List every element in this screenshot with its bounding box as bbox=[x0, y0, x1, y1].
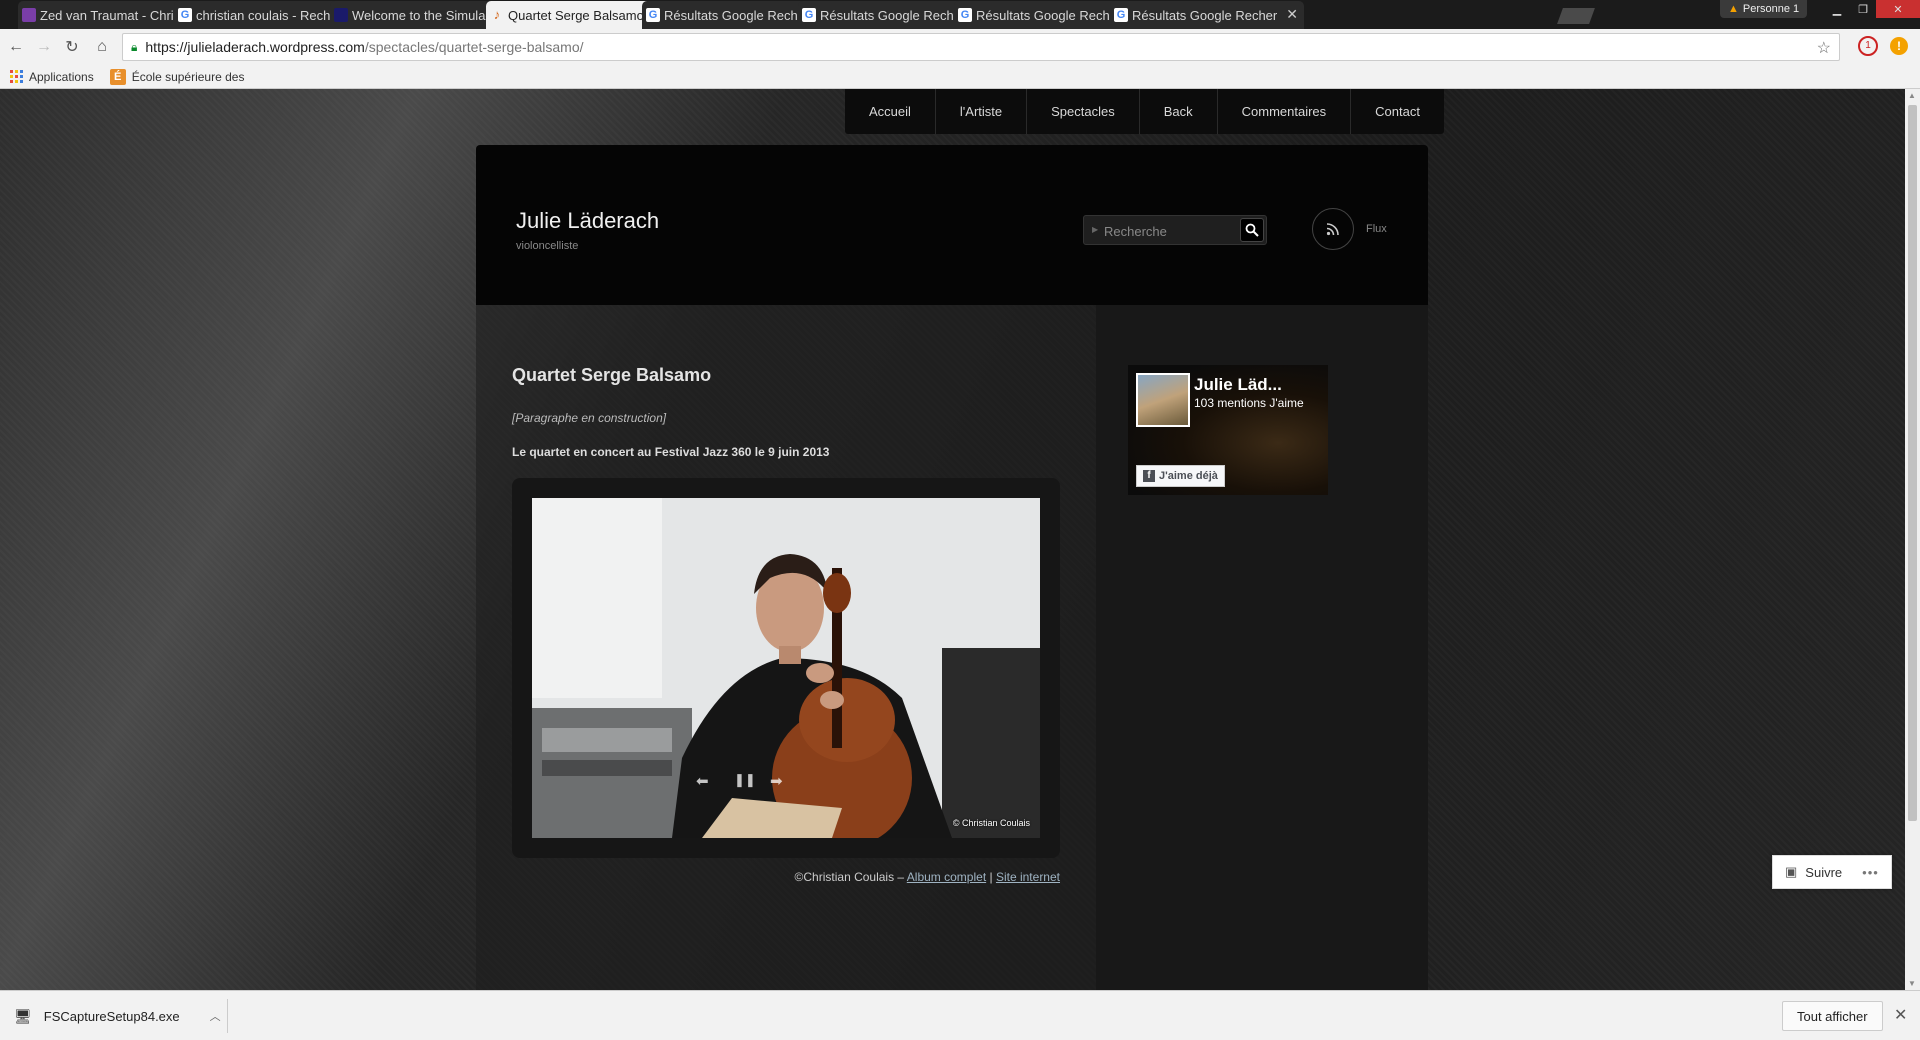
more-options-icon[interactable]: ••• bbox=[1862, 865, 1879, 880]
follow-icon: ▣ bbox=[1785, 864, 1798, 879]
site-title[interactable]: Julie Läderach bbox=[516, 208, 659, 234]
cello-icon: ♪ bbox=[493, 7, 501, 22]
search-icon bbox=[1245, 223, 1259, 237]
facebook-page-name[interactable]: Julie Läd... bbox=[1194, 375, 1282, 395]
nav-contact[interactable]: Contact bbox=[1350, 89, 1444, 134]
download-bar: 🖥︎ FSCaptureSetup84.exe ︿ Tout afficher … bbox=[0, 990, 1920, 1040]
next-arrow-icon[interactable]: ➡︎ bbox=[770, 772, 783, 790]
profile-button[interactable]: ▲ Personne 1 bbox=[1720, 0, 1808, 18]
facebook-icon: f bbox=[1143, 470, 1155, 482]
home-icon[interactable]: ⌂ bbox=[92, 37, 112, 57]
photo-slideshow: ⬅︎ ❚❚ ➡︎ © Christian Coulais bbox=[512, 478, 1060, 858]
tab-favicon-icon bbox=[22, 8, 36, 22]
bookmark-applications[interactable]: Applications bbox=[10, 70, 94, 84]
address-bar: ← → ↻ ⌂ 🔒︎ https://julieladerach.wordpre… bbox=[0, 29, 1920, 65]
facebook-like-button[interactable]: f J'aime déjà bbox=[1136, 465, 1225, 487]
window-controls: ▁ ❐ ✕ bbox=[1824, 0, 1920, 18]
search-button[interactable] bbox=[1240, 218, 1264, 242]
close-icon[interactable]: ✕ bbox=[1894, 1005, 1907, 1025]
album-link[interactable]: Album complet bbox=[907, 870, 986, 884]
page-scrollbar[interactable]: ▲ ▼ bbox=[1905, 89, 1920, 990]
construction-note: [Paragraphe en construction] bbox=[512, 411, 667, 425]
warning-icon: ▲ bbox=[1728, 3, 1739, 15]
nav-artiste[interactable]: l'Artiste bbox=[934, 89, 1026, 134]
concert-caption: Le quartet en concert au Festival Jazz 3… bbox=[512, 445, 830, 459]
nav-spectacles[interactable]: Spectacles bbox=[1026, 89, 1139, 134]
back-arrow-icon[interactable]: ← bbox=[6, 37, 26, 57]
window-close-icon[interactable]: ✕ bbox=[1876, 0, 1920, 18]
feed-label[interactable]: Flux bbox=[1366, 223, 1387, 235]
close-icon[interactable]: ✕ bbox=[1286, 6, 1298, 23]
school-icon: É bbox=[109, 68, 126, 85]
caret-icon: ▶ bbox=[1092, 225, 1099, 234]
nav-accueil[interactable]: Accueil bbox=[845, 89, 935, 134]
facebook-like-box: Julie Läd... 103 mentions J'aime f J'aim… bbox=[1128, 365, 1328, 495]
google-icon: G bbox=[646, 8, 660, 22]
page-title: Quartet Serge Balsamo bbox=[512, 365, 712, 385]
site-navigation: Accueil l'Artiste Spectacles Back Commen… bbox=[845, 89, 1444, 134]
cellist-photo[interactable]: ⬅︎ ❚❚ ➡︎ © Christian Coulais bbox=[532, 498, 1040, 838]
scroll-up-icon[interactable]: ▲ bbox=[1908, 91, 1916, 100]
pause-icon[interactable]: ❚❚ bbox=[734, 772, 756, 788]
nav-back[interactable]: Back bbox=[1138, 89, 1217, 134]
show-all-downloads-button[interactable]: Tout afficher bbox=[1782, 1001, 1883, 1031]
google-icon: G bbox=[1114, 8, 1128, 22]
search-input[interactable] bbox=[1104, 222, 1234, 240]
apps-grid-icon bbox=[10, 70, 23, 83]
tab-favicon-icon bbox=[334, 8, 348, 22]
google-icon: G bbox=[958, 8, 972, 22]
nav-commentaires[interactable]: Commentaires bbox=[1216, 89, 1351, 134]
bookmarks-bar: Applications É École supérieure des bbox=[0, 65, 1920, 89]
main-content: Quartet Serge Balsamo [Paragraphe en con… bbox=[476, 305, 1096, 990]
photo-credit: © Christian Coulais bbox=[952, 818, 1030, 828]
tab-strip: Zed van Traumat - Christ ✕ G christian c… bbox=[0, 0, 1920, 29]
search-box: ▶ bbox=[1083, 215, 1267, 245]
scroll-down-icon[interactable]: ▼ bbox=[1908, 979, 1916, 988]
page-viewport: Accueil l'Artiste Spectacles Back Commen… bbox=[0, 89, 1905, 990]
site-wrapper: Julie Läderach violoncelliste ▶ Recherch… bbox=[476, 145, 1428, 990]
url-input[interactable]: 🔒︎ https://julieladerach.wordpress.com/s… bbox=[122, 33, 1840, 61]
google-icon: G bbox=[178, 8, 192, 22]
avatar[interactable] bbox=[1136, 373, 1190, 427]
tab-google-results-4[interactable]: G Résultats Google Recher ✕ bbox=[1110, 1, 1304, 29]
bookmark-star-icon[interactable]: ☆ bbox=[1817, 38, 1831, 58]
follow-button[interactable]: ▣ Suivre ••• bbox=[1772, 855, 1892, 889]
rss-icon bbox=[1326, 223, 1339, 236]
sidebar: Julie Läd... 103 mentions J'aime f J'aim… bbox=[1096, 305, 1428, 990]
maximize-icon[interactable]: ❐ bbox=[1850, 0, 1876, 18]
download-item[interactable]: 🖥︎ FSCaptureSetup84.exe ︿ bbox=[14, 999, 228, 1033]
bookmark-ecole-superieure[interactable]: É École supérieure des bbox=[109, 68, 244, 85]
installer-file-icon: 🖥︎ bbox=[14, 1007, 32, 1024]
new-tab-button[interactable] bbox=[1557, 8, 1595, 24]
alert-icon[interactable]: ! bbox=[1890, 37, 1908, 55]
cellist-illustration bbox=[532, 498, 1040, 838]
scrollbar-thumb[interactable] bbox=[1908, 105, 1917, 821]
facebook-likes-count: 103 mentions J'aime bbox=[1194, 396, 1304, 410]
lock-icon: 🔒︎ bbox=[131, 39, 138, 54]
reload-icon[interactable]: ↻ bbox=[62, 37, 82, 57]
rss-feed-button[interactable] bbox=[1312, 208, 1354, 250]
previous-arrow-icon[interactable]: ⬅︎ bbox=[696, 772, 709, 790]
credit-line: ©Christian Coulais – Album complet | Sit… bbox=[794, 870, 1060, 884]
forward-arrow-icon[interactable]: → bbox=[34, 37, 54, 57]
site-tagline: violoncelliste bbox=[516, 240, 579, 252]
site-link[interactable]: Site internet bbox=[996, 870, 1060, 884]
google-icon: G bbox=[802, 8, 816, 22]
site-header: Julie Läderach violoncelliste ▶ Recherch… bbox=[476, 145, 1428, 305]
extension-icon[interactable]: 1 bbox=[1858, 36, 1878, 56]
minimize-icon[interactable]: ▁ bbox=[1824, 0, 1850, 18]
chevron-up-icon[interactable]: ︿ bbox=[210, 1008, 221, 1024]
